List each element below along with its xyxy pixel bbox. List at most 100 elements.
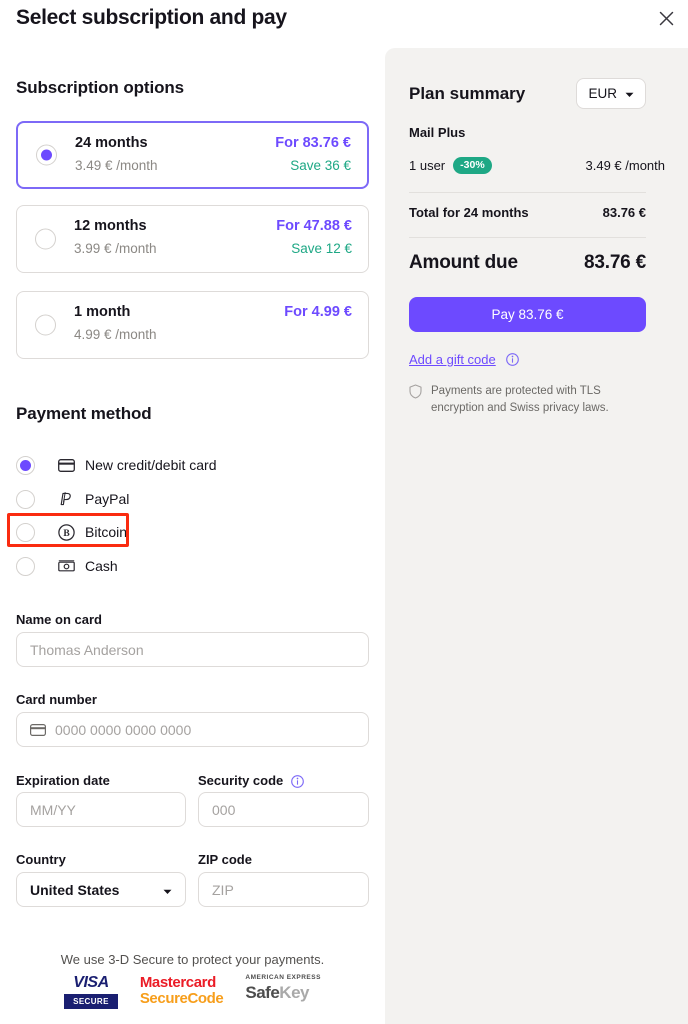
close-icon (659, 11, 674, 26)
amex-safekey-logo: AMERICAN EXPRESS SafeKey (245, 974, 321, 1002)
add-gift-code-link[interactable]: Add a gift code (409, 352, 496, 367)
security-code-label: Security code (198, 773, 304, 788)
cash-icon (56, 559, 76, 573)
info-icon[interactable] (505, 353, 519, 366)
summary-user-count: 1 user (409, 158, 446, 173)
summary-plan-name: Mail Plus (409, 125, 466, 140)
plan-monthly-price: 4.99 € /month (74, 327, 157, 342)
subscription-options-heading: Subscription options (16, 78, 184, 97)
security-code-label-text: Security code (198, 773, 284, 788)
visa-secure-logo: VISA SECURE (64, 974, 118, 1009)
plan-option-1-month[interactable]: 1 month 4.99 € /month For 4.99 € (16, 291, 369, 359)
safekey-safe: Safe (245, 982, 280, 1002)
chevron-down-icon (163, 882, 172, 898)
country-label: Country (16, 852, 66, 867)
currency-value: EUR (588, 86, 617, 101)
name-on-card-placeholder: Thomas Anderson (30, 641, 144, 658)
plan-option-12-months[interactable]: 12 months 3.99 € /month For 47.88 € Save… (16, 205, 369, 273)
summary-unit-price: 3.49 € /month (585, 158, 666, 173)
plan-total-price: For 47.88 € (276, 218, 352, 234)
bitcoin-icon: B (56, 523, 76, 541)
plan-radio[interactable] (35, 228, 56, 250)
expiration-date-placeholder: MM/YY (30, 801, 76, 818)
plan-radio[interactable] (36, 144, 57, 166)
plan-summary-title: Plan summary (409, 83, 526, 103)
summary-total-row: Total for 24 months 83.76 € (409, 205, 646, 220)
plan-option-24-months[interactable]: 24 months 3.49 € /month For 83.76 € Save… (16, 121, 369, 189)
payment-method-bitcoin[interactable]: B Bitcoin (16, 519, 296, 545)
zip-code-input[interactable]: ZIP (198, 872, 369, 907)
tls-notice-text: Payments are protected with TLS encrypti… (431, 385, 609, 414)
credit-card-icon (56, 458, 76, 472)
plan-name: 24 months (75, 135, 148, 151)
country-select[interactable]: United States (16, 872, 186, 907)
country-value: United States (30, 881, 120, 898)
summary-user-row: 1 user -30% 3.49 € /month (409, 157, 665, 174)
expiration-date-label: Expiration date (16, 773, 110, 788)
safekey-wordmark: SafeKey (245, 982, 321, 1002)
plan-savings: Save 36 € (290, 158, 351, 173)
mastercard-securecode-logo: Mastercard SecureCode (139, 974, 224, 1008)
payment-method-label: Cash (85, 558, 118, 574)
discount-badge: -30% (453, 157, 492, 174)
three-d-secure-note: We use 3-D Secure to protect your paymen… (60, 952, 325, 967)
summary-total-label: Total for 24 months (409, 205, 529, 220)
plan-monthly-price: 3.49 € /month (75, 158, 158, 173)
visa-secure-badge: SECURE (64, 993, 118, 1009)
plan-radio[interactable] (35, 314, 56, 336)
currency-selector[interactable]: EUR (576, 78, 646, 109)
subscription-checkout-page: Select subscription and pay Subscription… (0, 0, 688, 1024)
summary-user-left: 1 user -30% (409, 157, 492, 174)
amex-wordmark: AMERICAN EXPRESS (245, 974, 321, 981)
payment-method-label: New credit/debit card (85, 457, 217, 473)
payment-method-radio[interactable] (16, 556, 35, 576)
tls-notice: Payments are protected with TLS encrypti… (409, 383, 639, 416)
card-number-label: Card number (16, 692, 97, 707)
chevron-down-icon (625, 86, 634, 101)
summary-total-value: 83.76 € (602, 205, 646, 220)
plan-savings: Save 12 € (291, 241, 352, 256)
amount-due-value: 83.76 € (584, 252, 646, 273)
payment-method-cash[interactable]: Cash (16, 553, 296, 579)
card-number-input[interactable]: 0000 0000 0000 0000 (16, 712, 369, 747)
plan-total-price: For 4.99 € (284, 304, 352, 320)
summary-divider (409, 192, 646, 193)
payment-logos: VISA SECURE Mastercard SecureCode AMERIC… (0, 974, 385, 1009)
plan-summary-header: Plan summary EUR (409, 78, 646, 109)
plan-total-price: For 83.76 € (275, 135, 351, 151)
zip-code-placeholder: ZIP (212, 881, 234, 898)
name-on-card-input[interactable]: Thomas Anderson (16, 632, 369, 667)
gift-code-row: Add a gift code (409, 352, 519, 367)
credit-card-icon (30, 723, 46, 736)
card-number-placeholder: 0000 0000 0000 0000 (55, 721, 192, 738)
close-button[interactable] (650, 2, 682, 34)
visa-wordmark: VISA (73, 974, 109, 991)
amount-due-row: Amount due 83.76 € (409, 252, 646, 274)
plan-monthly-price: 3.99 € /month (74, 241, 157, 256)
payment-method-heading: Payment method (16, 404, 152, 423)
securecode-wordmark: SecureCode (139, 990, 224, 1008)
security-code-placeholder: 000 (212, 801, 236, 818)
name-on-card-label: Name on card (16, 612, 102, 627)
safekey-key: Key (279, 982, 309, 1002)
plan-name: 12 months (74, 218, 147, 234)
payment-method-radio[interactable] (16, 455, 35, 475)
paypal-icon (56, 491, 76, 507)
info-icon[interactable] (291, 775, 304, 788)
expiration-date-input[interactable]: MM/YY (16, 792, 186, 827)
amount-due-label: Amount due (409, 252, 518, 273)
payment-method-radio[interactable] (16, 522, 35, 542)
payment-method-label: PayPal (85, 491, 130, 507)
plan-name: 1 month (74, 304, 131, 320)
payment-method-label: Bitcoin (85, 524, 128, 540)
shield-icon (409, 384, 422, 416)
checkout-form-column: Subscription options 24 months 3.49 € /m… (0, 0, 385, 1024)
mastercard-wordmark: Mastercard (139, 974, 216, 991)
payment-method-radio[interactable] (16, 489, 35, 509)
payment-method-paypal[interactable]: PayPal (16, 486, 296, 512)
zip-code-label: ZIP code (198, 852, 252, 867)
pay-button[interactable]: Pay 83.76 € (409, 297, 646, 332)
payment-method-new-card[interactable]: New credit/debit card (16, 452, 296, 478)
svg-text:B: B (63, 529, 70, 539)
security-code-input[interactable]: 000 (198, 792, 369, 827)
